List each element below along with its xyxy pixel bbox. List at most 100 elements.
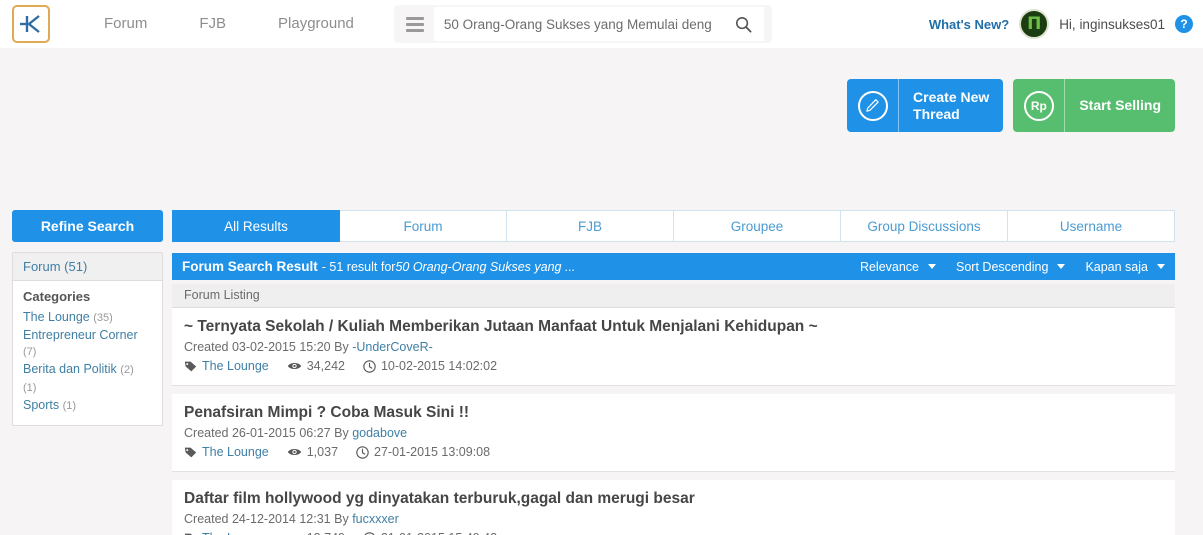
category-unnamed[interactable]: (1): [23, 379, 152, 396]
search-result-title: Forum Search Result: [182, 259, 318, 274]
nav-item-forum[interactable]: Forum: [78, 0, 173, 48]
result-views: 34,242: [287, 359, 345, 373]
create-thread-line1: Create New: [913, 89, 990, 106]
search-result-header: Forum Search Result - 51 result for 50 O…: [172, 253, 1175, 280]
top-navigation-bar: Forum FJB Playground What's New? Π Hi, i…: [0, 0, 1203, 48]
result-created: Created 24-12-2014 12:31 By fucxxxer: [184, 512, 1163, 526]
result-author-link[interactable]: godabove: [352, 426, 407, 440]
forum-listing-label: Forum Listing: [172, 284, 1175, 308]
chevron-down-icon: [1057, 264, 1066, 269]
result-forum[interactable]: The Lounge: [184, 359, 269, 373]
category-the-lounge[interactable]: The Lounge (35): [23, 309, 152, 326]
sort-relevance-label: Relevance: [859, 259, 920, 274]
search-field-wrapper[interactable]: [433, 7, 724, 41]
refine-search-button[interactable]: Refine Search: [12, 210, 163, 242]
search-container: [393, 5, 772, 43]
result-forum-link[interactable]: The Lounge: [202, 445, 269, 459]
category-count: (7): [23, 346, 37, 358]
sort-direction-dropdown[interactable]: Sort Descending: [956, 260, 1066, 274]
rupiah-glyph: Rp: [1030, 98, 1047, 113]
category-label[interactable]: The Lounge: [23, 310, 90, 324]
create-new-thread-button[interactable]: Create New Thread: [847, 79, 1004, 132]
sort-timeframe-label: Kapan saja: [1085, 259, 1148, 274]
create-thread-line2: Thread: [913, 105, 960, 122]
result-forum[interactable]: The Lounge: [184, 445, 269, 459]
result-title[interactable]: Penafsiran Mimpi ? Coba Masuk Sini !!: [184, 404, 1163, 422]
sidebar-filter-panel: Forum (51) Categories The Lounge (35) En…: [12, 252, 163, 426]
start-selling-button[interactable]: Rp Start Selling: [1013, 79, 1175, 132]
tab-all-results[interactable]: All Results: [172, 210, 340, 242]
create-new-thread-label: Create New Thread: [899, 89, 1003, 121]
result-author-link[interactable]: fucxxxer: [352, 512, 399, 526]
tab-groupee[interactable]: Groupee: [674, 210, 841, 242]
search-result-count: - 51 result for: [321, 259, 396, 274]
category-count: (35): [93, 312, 113, 324]
result-meta: The Lounge 34,242 10-02-2015 14:02:02: [184, 359, 1163, 373]
result-lastpost: 10-02-2015 14:02:02: [363, 359, 497, 373]
sort-relevance-dropdown[interactable]: Relevance: [859, 259, 937, 274]
category-label[interactable]: Berita dan Politik: [23, 362, 117, 376]
chevron-down-icon: [1157, 264, 1165, 269]
result-views-count: 13,749: [307, 531, 345, 535]
result-lastpost-time: 27-01-2015 13:09:08: [374, 445, 491, 459]
eye-icon: [287, 449, 301, 455]
sort-timeframe-dropdown[interactable]: Kapan saja: [1085, 260, 1165, 274]
search-input[interactable]: [443, 16, 714, 32]
category-label[interactable]: Sports: [23, 398, 59, 412]
result-author-link[interactable]: -UnderCoveR-: [352, 340, 433, 354]
result-views-count: 1,037: [306, 445, 339, 459]
tab-username[interactable]: Username: [1008, 210, 1175, 242]
result-forum[interactable]: The Lounge: [184, 531, 269, 535]
clock-icon: [356, 445, 369, 459]
result-lastpost-time: 10-02-2015 14:02:02: [380, 359, 498, 373]
category-count: (1): [23, 382, 37, 394]
table-row[interactable]: Penafsiran Mimpi ? Coba Masuk Sini !! Cr…: [172, 394, 1175, 472]
kaskus-logo[interactable]: [12, 5, 50, 43]
table-row[interactable]: ~ Ternyata Sekolah / Kuliah Memberikan J…: [172, 308, 1175, 386]
search-submit-button[interactable]: [723, 7, 764, 41]
result-meta: The Lounge 1,037 27-01-2015 13:09:08: [184, 445, 1163, 459]
result-forum-link[interactable]: The Lounge: [202, 359, 269, 373]
result-created: Created 26-01-2015 06:27 By godabove: [184, 426, 1163, 440]
whats-new-link[interactable]: What's New?: [929, 17, 1009, 32]
result-views: 13,749: [287, 531, 345, 535]
nav-item-playground[interactable]: Playground: [252, 0, 380, 48]
clock-icon: [363, 359, 376, 373]
chevron-down-icon: [928, 264, 937, 269]
search-result-tabs: All Results Forum FJB Groupee Group Disc…: [172, 210, 1175, 242]
help-icon[interactable]: ?: [1175, 15, 1193, 33]
result-created-prefix: Created 26-01-2015 06:27 By: [184, 426, 349, 440]
category-entrepreneur-corner[interactable]: Entrepreneur Corner (7): [23, 327, 152, 360]
category-berita-dan-politik[interactable]: Berita dan Politik (2): [23, 361, 152, 378]
tab-forum[interactable]: Forum: [340, 210, 507, 242]
action-buttons: Create New Thread Rp Start Selling: [847, 79, 1175, 132]
result-title[interactable]: ~ Ternyata Sekolah / Kuliah Memberikan J…: [184, 318, 1163, 336]
result-created: Created 03-02-2015 15:20 By -UnderCoveR-: [184, 340, 1163, 354]
user-greeting[interactable]: Hi, inginsukses01: [1059, 17, 1165, 32]
sort-controls: Relevance Sort Descending Kapan saja: [860, 260, 1165, 274]
tab-group-discussions[interactable]: Group Discussions: [841, 210, 1008, 242]
result-created-prefix: Created 03-02-2015 15:20 By: [184, 340, 349, 354]
result-forum-link[interactable]: The Lounge: [202, 531, 269, 535]
avatar[interactable]: Π: [1019, 9, 1050, 39]
help-glyph: ?: [1180, 17, 1188, 31]
result-views: 1,037: [287, 445, 338, 459]
category-count: (2): [120, 364, 134, 376]
categories-title: Categories: [23, 289, 91, 304]
rupiah-icon: Rp: [1013, 79, 1066, 132]
search-icon: [736, 16, 752, 32]
hamburger-icon[interactable]: [402, 13, 428, 35]
result-lastpost-time: 31-01-2015 15:49:42: [381, 531, 497, 535]
result-title[interactable]: Daftar film hollywood yg dinyatakan terb…: [184, 490, 1163, 508]
results-list: ~ Ternyata Sekolah / Kuliah Memberikan J…: [172, 308, 1175, 535]
nav-item-fjb[interactable]: FJB: [173, 0, 252, 48]
tag-icon: [184, 361, 197, 371]
category-sports[interactable]: Sports (1): [23, 397, 152, 414]
tab-fjb[interactable]: FJB: [507, 210, 674, 242]
sidebar-section-forum[interactable]: Forum (51): [13, 253, 162, 281]
primary-nav: Forum FJB Playground: [78, 0, 380, 48]
result-lastpost: 27-01-2015 13:09:08: [356, 445, 490, 459]
result-meta: The Lounge 13,749 31-01-2015 15:49:: [184, 531, 1163, 535]
category-label[interactable]: Entrepreneur Corner: [23, 328, 138, 342]
table-row[interactable]: Daftar film hollywood yg dinyatakan terb…: [172, 480, 1175, 535]
